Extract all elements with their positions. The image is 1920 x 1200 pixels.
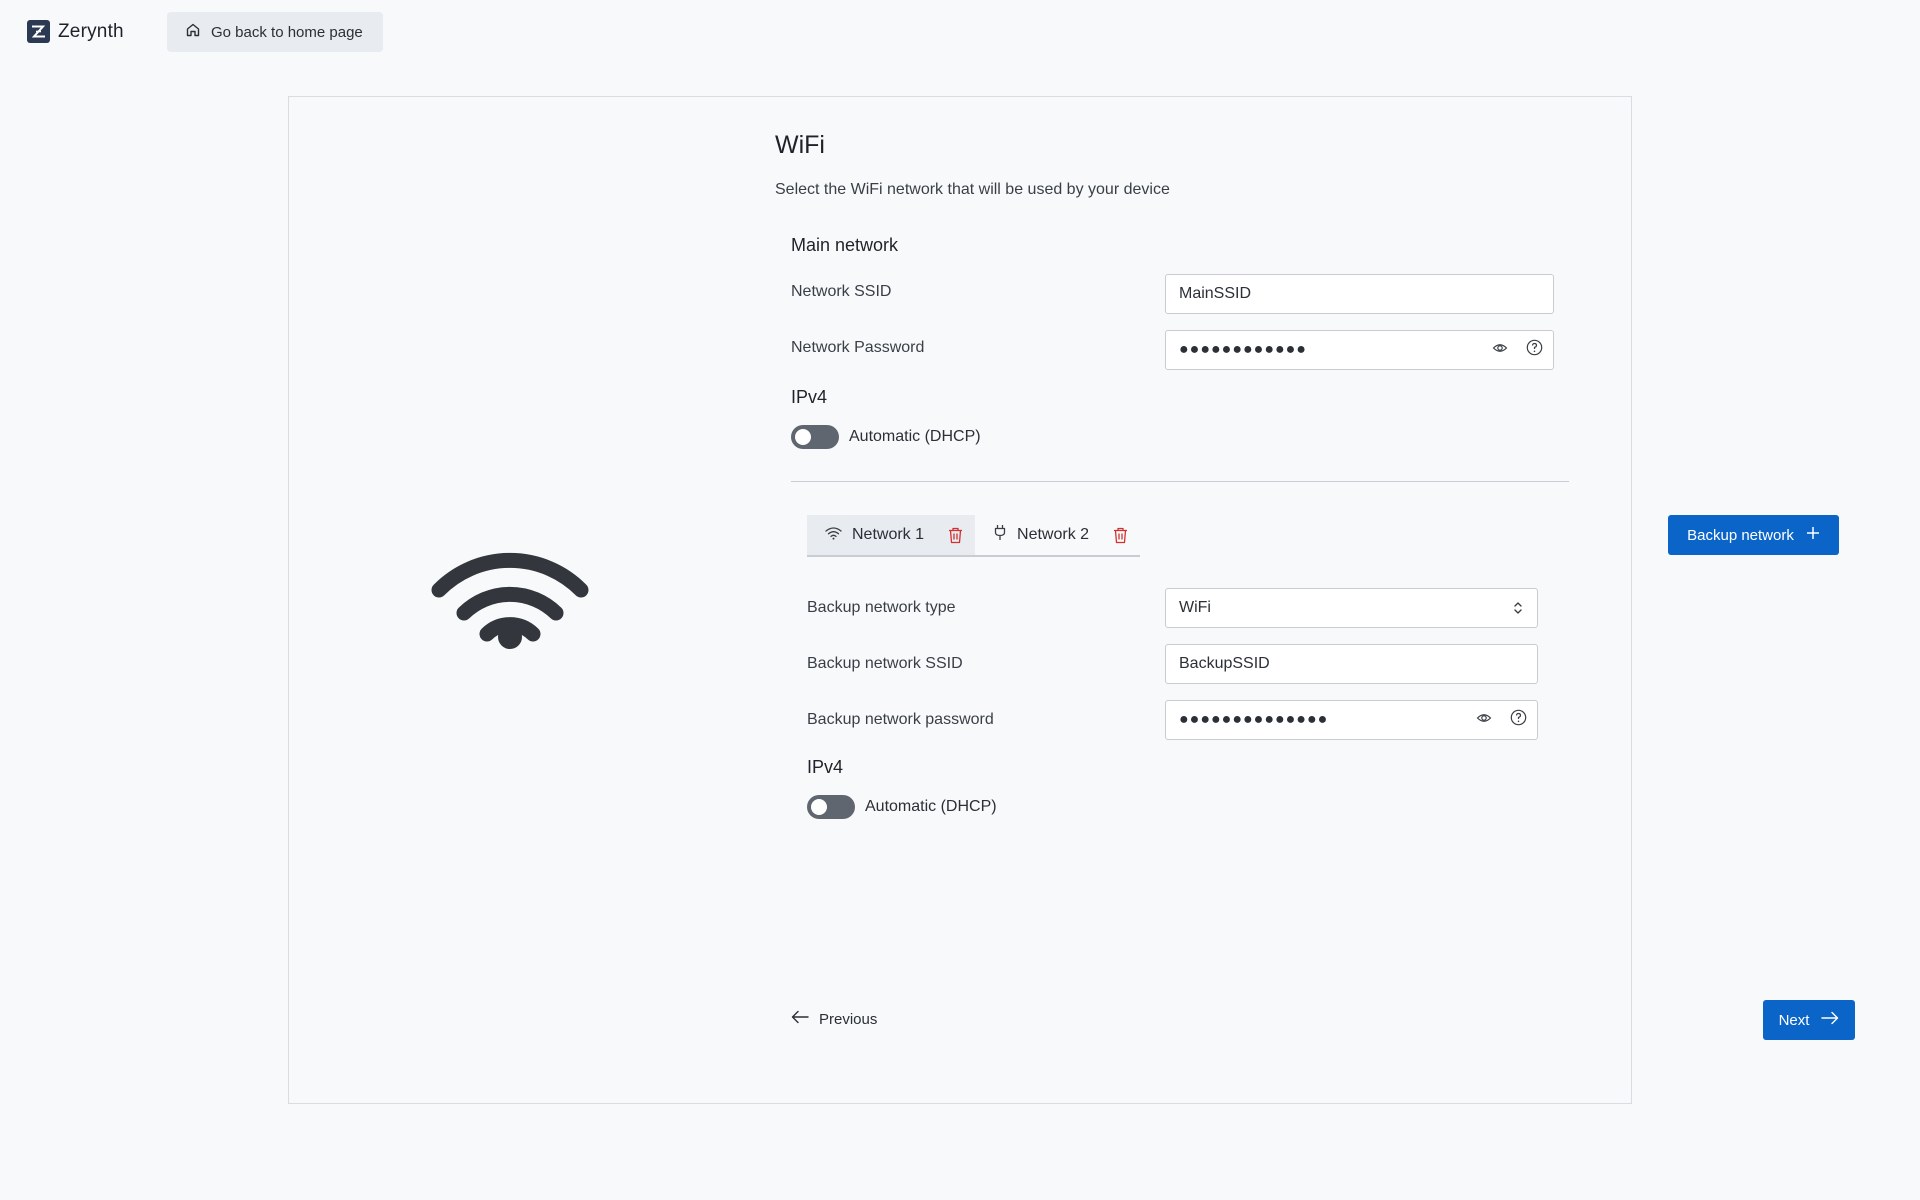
backup-password-label: Backup network password xyxy=(807,711,994,728)
add-backup-network-button[interactable]: Backup network xyxy=(1668,515,1839,555)
arrow-right-icon xyxy=(1821,1011,1839,1029)
backup-ssid-input[interactable]: BackupSSID xyxy=(1165,644,1538,684)
tab-network-1[interactable]: Network 1 xyxy=(807,515,976,555)
main-dhcp-toggle[interactable] xyxy=(791,425,839,449)
tab-network-2[interactable]: Network 2 xyxy=(975,515,1140,555)
next-label: Next xyxy=(1778,1011,1810,1029)
backup-ssid-label: Backup network SSID xyxy=(807,655,963,672)
password-label: Network Password xyxy=(791,339,925,356)
app-logo[interactable]: Zerynth xyxy=(27,20,124,43)
delete-network-2-icon[interactable] xyxy=(1113,527,1128,544)
main-ipv4-heading: IPv4 xyxy=(791,387,828,407)
wifi-icon xyxy=(825,526,842,545)
app-name: Zerynth xyxy=(58,20,124,42)
backup-dhcp-label: Automatic (DHCP) xyxy=(865,798,997,815)
show-backup-password-icon[interactable] xyxy=(1476,710,1492,731)
zerynth-logo-icon xyxy=(27,20,50,43)
password-value: ●●●●●●●●●●●● xyxy=(1179,341,1307,358)
backup-ipv4-heading: IPv4 xyxy=(807,757,844,777)
backup-ssid-value: BackupSSID xyxy=(1179,655,1270,672)
show-password-icon[interactable] xyxy=(1492,340,1508,361)
ssid-label: Network SSID xyxy=(791,283,892,300)
page-subtitle: Select the WiFi network that will be use… xyxy=(775,181,1170,198)
next-button[interactable]: Next xyxy=(1763,1000,1855,1040)
main-network-heading: Main network xyxy=(791,235,899,255)
backup-type-value: WiFi xyxy=(1179,599,1211,616)
setup-card: WiFi Select the WiFi network that will b… xyxy=(288,96,1855,1104)
backup-help-icon[interactable] xyxy=(1510,709,1527,731)
help-icon[interactable] xyxy=(1526,339,1543,361)
previous-label: Previous xyxy=(819,1010,878,1028)
backup-type-label: Backup network type xyxy=(807,599,956,616)
arrow-left-icon xyxy=(791,1010,809,1028)
main-dhcp-label: Automatic (DHCP) xyxy=(849,428,981,445)
section-divider xyxy=(791,481,1569,482)
home-icon xyxy=(185,22,201,42)
top-bar: Zerynth Go back to home page xyxy=(0,0,1920,64)
plug-icon xyxy=(993,524,1007,546)
delete-network-1-icon[interactable] xyxy=(948,527,963,544)
tab-network-1-label: Network 1 xyxy=(852,526,925,543)
plus-icon xyxy=(1806,526,1820,544)
wifi-illustration-icon xyxy=(431,533,589,654)
tab-network-2-label: Network 2 xyxy=(1017,526,1090,543)
backup-password-input[interactable]: ●●●●●●●●●●●●●● xyxy=(1165,700,1538,740)
ssid-input[interactable]: MainSSID xyxy=(1165,274,1554,314)
backup-password-value: ●●●●●●●●●●●●●● xyxy=(1179,711,1329,728)
backup-dhcp-toggle[interactable] xyxy=(807,795,855,819)
password-input[interactable]: ●●●●●●●●●●●● xyxy=(1165,330,1554,370)
ssid-value: MainSSID xyxy=(1179,285,1252,302)
select-caret-icon xyxy=(1513,599,1523,622)
wifi-form: WiFi Select the WiFi network that will b… xyxy=(775,97,1855,1103)
add-backup-network-label: Backup network xyxy=(1687,526,1794,544)
page-title: WiFi xyxy=(775,131,825,159)
backup-network-tabs: Network 1 Network 2 xyxy=(807,515,1141,557)
go-home-label: Go back to home page xyxy=(211,23,363,41)
previous-button[interactable]: Previous xyxy=(791,1010,877,1028)
backup-type-select[interactable]: WiFi xyxy=(1165,588,1538,628)
go-home-button[interactable]: Go back to home page xyxy=(167,12,383,52)
